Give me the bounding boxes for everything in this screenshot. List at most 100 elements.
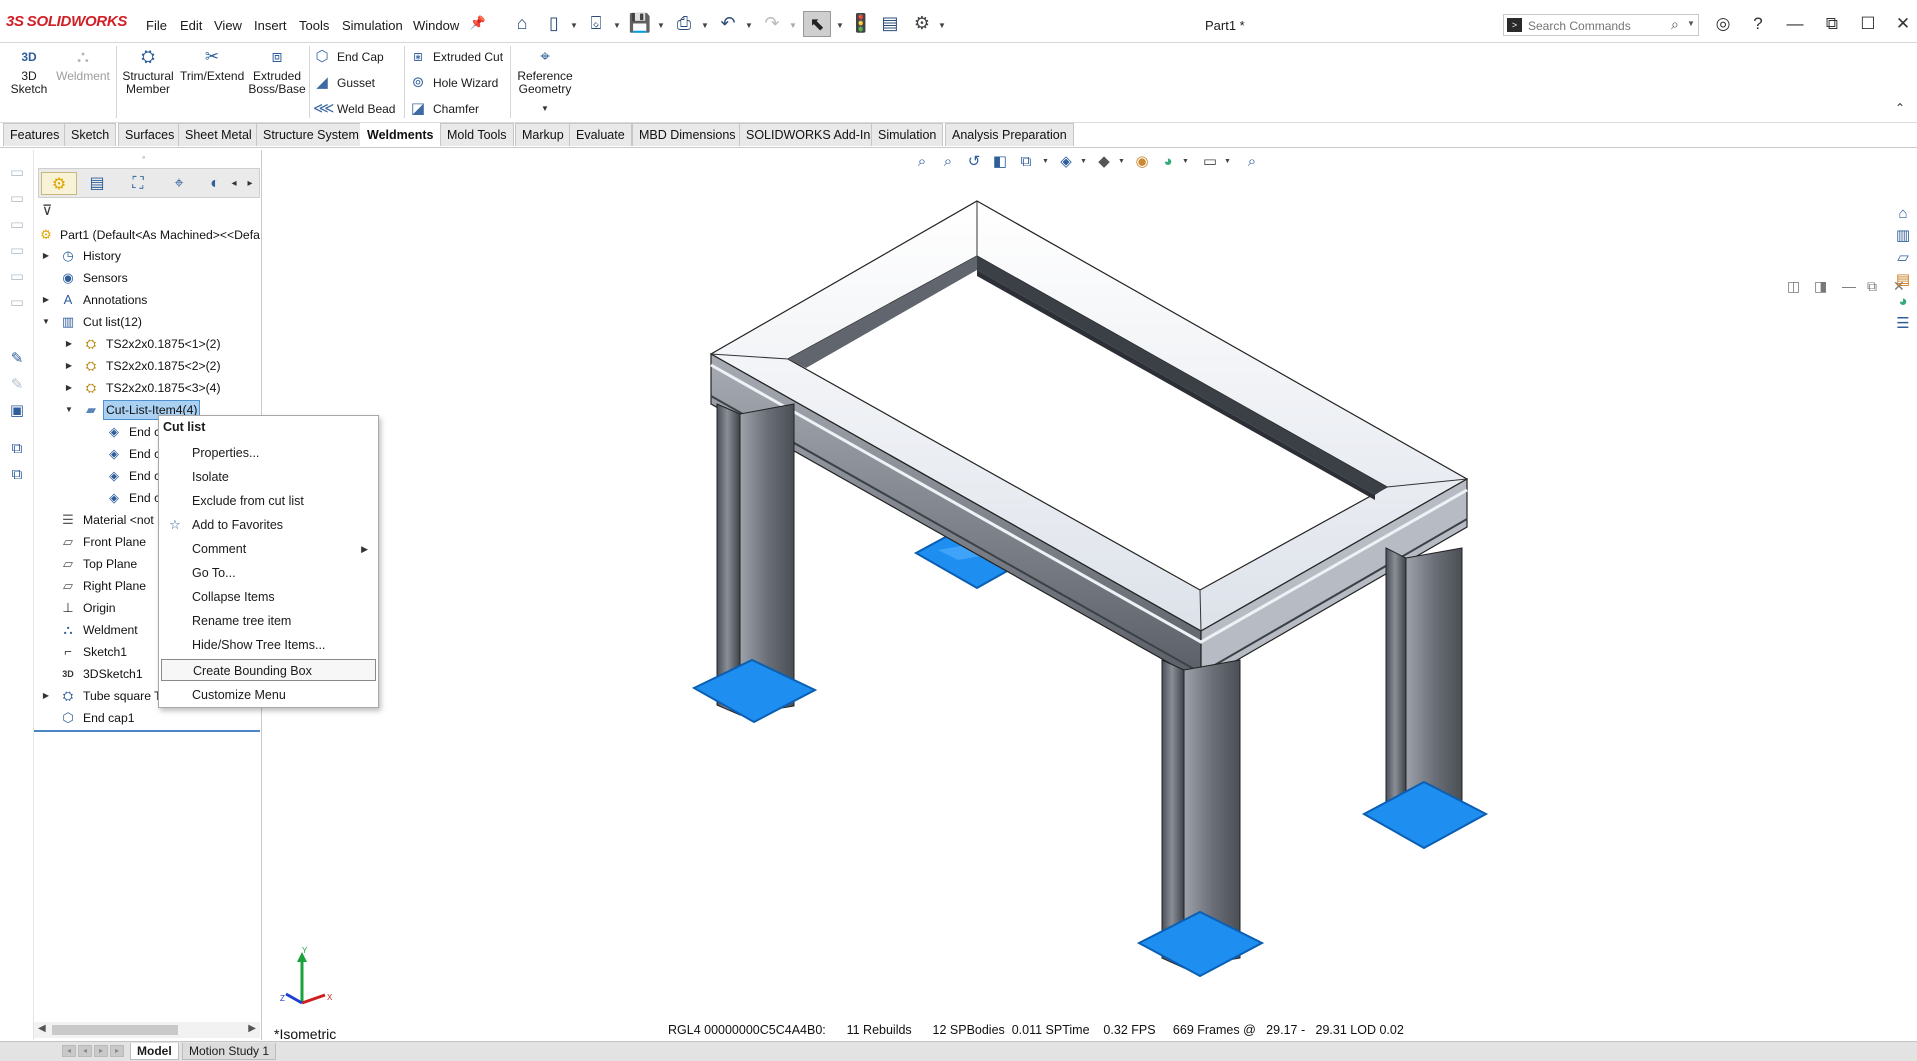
end-cap-face-highlight[interactable] — [1136, 910, 1265, 978]
display-caret-icon[interactable]: ▼ — [1118, 158, 1125, 165]
maximize-icon[interactable]: ☐ — [1855, 11, 1881, 37]
appearances-scenes-icon[interactable]: ◕ — [1893, 292, 1913, 312]
appearance-icon[interactable]: ◕ — [1158, 152, 1178, 172]
tree-item-cut-list-entry[interactable]: ▶ ⛭ TS2x2x0.1875<3>(4) — [63, 378, 263, 398]
menu-edit[interactable]: Edit — [180, 18, 202, 33]
tree-root-part1[interactable]: ⚙ Part1 (Default<As Machined><<Defa — [38, 225, 263, 245]
expand-icon[interactable]: ▶ — [63, 334, 75, 354]
display-style-icon[interactable]: ◆ — [1094, 152, 1114, 172]
tab-features[interactable]: Features — [3, 123, 67, 146]
search-caret-icon[interactable]: ▼ — [1687, 19, 1695, 28]
strip-sketch-icon[interactable]: ✎ — [8, 350, 26, 368]
tree-item-origin[interactable]: ⊥ Origin — [40, 598, 160, 618]
tree-item-end-cap-body[interactable]: ◈ End c — [86, 488, 166, 508]
viewport-minimize-icon[interactable]: — — [1842, 278, 1856, 294]
previous-view-icon[interactable]: ↺ — [964, 152, 984, 172]
scroll-right-icon[interactable]: ▶ — [248, 1023, 256, 1034]
options-caret-icon[interactable]: ▼ — [938, 21, 946, 30]
view-orientation-icon[interactable]: ◈ — [1056, 152, 1076, 172]
zoom-to-fit-icon[interactable]: ⌕ — [912, 152, 932, 172]
tree-item-right-plane[interactable]: ▱ Right Plane — [40, 576, 160, 596]
tree-horizontal-scrollbar[interactable]: ◀ ▶ — [34, 1022, 260, 1038]
rollback-bar[interactable] — [34, 730, 260, 732]
tab-scroll-right-icon[interactable]: ▸ — [243, 172, 257, 195]
tab-sheet-metal[interactable]: Sheet Metal — [178, 123, 259, 146]
minimize-icon[interactable]: — — [1782, 11, 1808, 37]
reference-geometry-caret-icon[interactable]: ▼ — [541, 104, 549, 113]
select-caret-icon[interactable]: ▼ — [836, 21, 844, 30]
leg-right[interactable] — [1361, 547, 1489, 850]
strip-doc-icon[interactable]: ▭ — [8, 268, 26, 286]
tab-nav-first-icon[interactable]: ◂ — [62, 1045, 76, 1057]
options-gear-icon[interactable]: ⚙ — [911, 12, 933, 34]
appearance-caret-icon[interactable]: ▼ — [1182, 158, 1189, 165]
tab-nav-next-icon[interactable]: ▸ — [94, 1045, 108, 1057]
panel-grip-icon[interactable]: ◦ — [142, 152, 145, 162]
tree-item-annotations[interactable]: ▶ A Annotations — [40, 290, 240, 310]
tree-item-sketch1[interactable]: ⌐ Sketch1 — [40, 642, 160, 662]
end-cap-face-highlight[interactable] — [691, 658, 818, 724]
open-icon[interactable]: ⌺ — [585, 12, 607, 34]
tree-item-top-plane[interactable]: ▱ Top Plane — [40, 554, 160, 574]
tree-item-sensors[interactable]: ◉ Sensors — [40, 268, 240, 288]
expand-icon[interactable]: ▶ — [63, 356, 75, 376]
pin-icon[interactable]: 📌 — [467, 12, 489, 34]
extruded-boss-base-button[interactable]: ⧈ Extruded Boss/Base — [247, 47, 307, 96]
tab-model[interactable]: Model — [130, 1043, 179, 1060]
configurationmanager-tab-icon[interactable]: ⛶ — [120, 172, 156, 195]
realview-icon[interactable]: ⌕ — [1242, 152, 1262, 172]
scroll-left-icon[interactable]: ◀ — [38, 1023, 46, 1034]
menu-item-collapse-items[interactable]: Collapse Items — [159, 586, 378, 608]
menu-tools[interactable]: Tools — [299, 18, 329, 33]
graphics-area[interactable]: Y X Z ◫ ◨ — ⧉ ✕ — [262, 148, 1917, 1040]
tab-mbd-dimensions[interactable]: MBD Dimensions — [632, 123, 743, 146]
strip-paste-icon[interactable]: ⧉ — [8, 466, 26, 484]
menu-item-create-bounding-box[interactable]: Create Bounding Box — [161, 659, 376, 681]
tab-structure-system[interactable]: Structure System — [256, 123, 366, 146]
tab-markup[interactable]: Markup — [515, 123, 571, 146]
tab-motion-study-1[interactable]: Motion Study 1 — [182, 1043, 277, 1060]
top-frame[interactable] — [709, 200, 1469, 683]
view-settings-icon[interactable]: ▭ — [1200, 152, 1220, 172]
strip-edit-icon[interactable]: ✎ — [8, 376, 26, 394]
view-caret-icon[interactable]: ▼ — [1042, 158, 1049, 165]
tree-item-front-plane[interactable]: ▱ Front Plane — [40, 532, 160, 552]
tab-weldments[interactable]: Weldments — [360, 123, 441, 146]
end-cap-button[interactable]: ⬡ End Cap — [313, 47, 383, 67]
filter-icon[interactable]: ⊽ — [42, 202, 52, 219]
strip-doc-icon[interactable]: ▭ — [8, 164, 26, 182]
dimxpertmanager-tab-icon[interactable]: ⌖ — [161, 172, 197, 195]
weldment-frame-model[interactable] — [262, 148, 1917, 1040]
tree-item-end-cap-body[interactable]: ◈ End c — [86, 422, 166, 442]
print-icon[interactable]: ⎙ — [673, 12, 695, 34]
featuremanager-tab-icon[interactable]: ⚙ — [41, 172, 77, 195]
strip-copy-icon[interactable]: ⧉ — [8, 440, 26, 458]
settings-caret-icon[interactable]: ▼ — [1224, 158, 1231, 165]
tree-item-end-cap-body[interactable]: ◈ End c — [86, 466, 166, 486]
redo-caret-icon[interactable]: ▼ — [789, 21, 797, 30]
extruded-cut-button[interactable]: ⧆ Extruded Cut — [409, 47, 503, 67]
file-explorer-icon[interactable]: ▱ — [1893, 248, 1913, 268]
solidworks-logo[interactable]: 3S SOLIDWORKS — [6, 13, 127, 30]
viewport-tile-right-icon[interactable]: ◨ — [1814, 278, 1827, 295]
redo-icon[interactable]: ↷ — [761, 12, 783, 34]
collapse-icon[interactable]: ▼ — [40, 312, 52, 332]
strip-doc-icon[interactable]: ▭ — [8, 242, 26, 260]
close-icon[interactable]: ✕ — [1890, 11, 1916, 37]
open-caret-icon[interactable]: ▼ — [613, 21, 621, 30]
tab-solidworks-add-ins[interactable]: SOLIDWORKS Add-Ins — [739, 123, 884, 146]
collapse-ribbon-icon[interactable]: ⌃ — [1895, 101, 1905, 115]
view-palette-icon[interactable]: ▤ — [1893, 270, 1913, 290]
tab-nav-prev-icon[interactable]: ◂ — [78, 1045, 92, 1057]
chamfer-button[interactable]: ◪ Chamfer — [409, 99, 479, 119]
expand-icon[interactable]: ▶ — [40, 686, 52, 706]
menu-item-properties[interactable]: Properties... — [159, 442, 378, 464]
search-commands-box[interactable]: > ⌕ ▼ — [1503, 14, 1699, 36]
orientation-caret-icon[interactable]: ▼ — [1080, 158, 1087, 165]
menu-file[interactable]: File — [146, 18, 167, 33]
tree-item-tube-square[interactable]: ▶ ⛭ Tube square T — [40, 686, 162, 706]
tab-scroll-left-icon[interactable]: ◂ — [227, 172, 241, 195]
leg-front-center[interactable] — [1136, 659, 1265, 978]
collapse-icon[interactable]: ▼ — [63, 400, 75, 420]
zoom-to-area-icon[interactable]: ⌕ — [938, 152, 958, 172]
